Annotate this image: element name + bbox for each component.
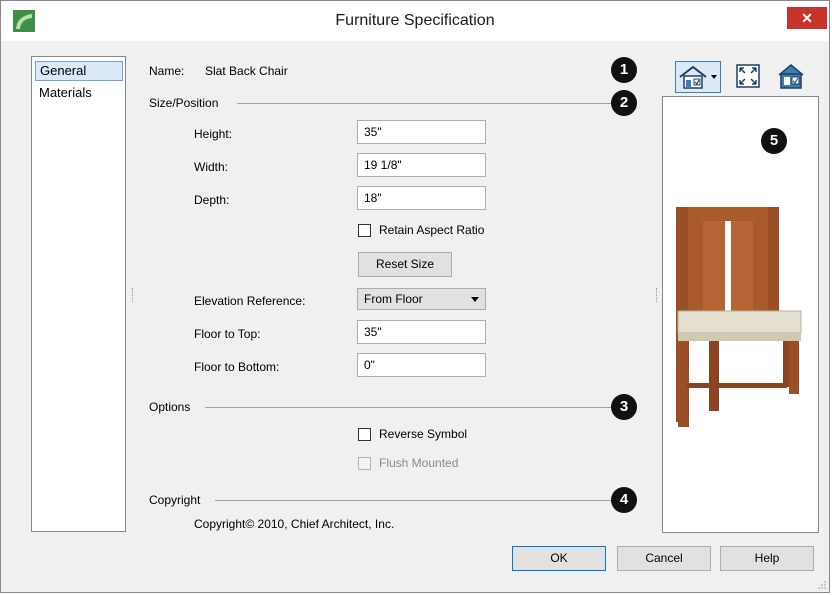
- elevation-reference-label: Elevation Reference:: [194, 294, 306, 308]
- height-field[interactable]: 35": [357, 120, 486, 144]
- reverse-symbol-label[interactable]: Reverse Symbol: [379, 427, 467, 441]
- depth-field[interactable]: 18": [357, 186, 486, 210]
- elevation-reference-select[interactable]: From Floor: [357, 288, 486, 310]
- floor-to-top-field[interactable]: 35": [357, 320, 486, 344]
- flush-mounted-label: Flush Mounted: [379, 456, 459, 470]
- floor-to-bottom-label: Floor to Bottom:: [194, 360, 280, 374]
- preview-settings-button[interactable]: [775, 61, 807, 93]
- flush-mounted-checkbox[interactable]: [358, 457, 371, 470]
- fit-window-button[interactable]: [732, 61, 764, 93]
- house-view-button[interactable]: [675, 61, 721, 93]
- callout-2: 2: [611, 90, 637, 116]
- retain-aspect-ratio-label[interactable]: Retain Aspect Ratio: [379, 223, 484, 237]
- sidebar-item-general[interactable]: General: [35, 61, 123, 81]
- help-button[interactable]: Help: [720, 546, 814, 571]
- height-label: Height:: [194, 127, 233, 141]
- size-position-divider: [237, 103, 613, 104]
- resize-grip-icon[interactable]: [817, 580, 827, 590]
- name-value: Slat Back Chair: [205, 64, 288, 78]
- splitter-grip[interactable]: [656, 288, 659, 302]
- floor-to-top-label: Floor to Top:: [194, 327, 261, 341]
- floor-to-bottom-field[interactable]: 0": [357, 353, 486, 377]
- title-bar[interactable]: Furniture Specification ✕: [1, 1, 829, 41]
- reset-size-button[interactable]: Reset Size: [358, 252, 452, 277]
- reverse-symbol-checkbox[interactable]: [358, 428, 371, 441]
- depth-label: Depth:: [194, 193, 230, 207]
- copyright-text: Copyright© 2010, Chief Architect, Inc.: [194, 517, 395, 531]
- options-heading: Options: [149, 400, 191, 414]
- sidebar-item-materials[interactable]: Materials: [35, 83, 123, 103]
- house-view-icon: [679, 65, 717, 89]
- retain-aspect-ratio-checkbox[interactable]: [358, 224, 371, 237]
- chair-preview-image: [676, 207, 802, 427]
- width-field[interactable]: 19 1/8": [357, 153, 486, 177]
- callout-3: 3: [611, 394, 637, 420]
- preview-settings-icon: [778, 64, 804, 89]
- copyright-heading: Copyright: [149, 493, 201, 507]
- close-button[interactable]: ✕: [787, 7, 827, 29]
- ok-button[interactable]: OK: [512, 546, 606, 571]
- 3d-preview-panel[interactable]: 5: [662, 96, 819, 533]
- category-list: General Materials: [31, 56, 126, 532]
- chevron-down-icon: [471, 297, 479, 302]
- window-title: Furniture Specification: [335, 12, 495, 29]
- copyright-divider: [215, 500, 613, 501]
- cancel-button[interactable]: Cancel: [617, 546, 711, 571]
- elevation-reference-value: From Floor: [364, 292, 423, 306]
- options-divider: [205, 407, 613, 408]
- callout-4: 4: [611, 487, 637, 513]
- splitter-grip[interactable]: [132, 288, 135, 302]
- furniture-specification-dialog: Furniture Specification ✕ General Materi…: [0, 0, 830, 593]
- name-label: Name:: [149, 64, 185, 78]
- fit-window-icon: [736, 64, 760, 88]
- width-label: Width:: [194, 160, 229, 174]
- callout-1: 1: [611, 57, 637, 83]
- size-position-heading: Size/Position: [149, 96, 219, 110]
